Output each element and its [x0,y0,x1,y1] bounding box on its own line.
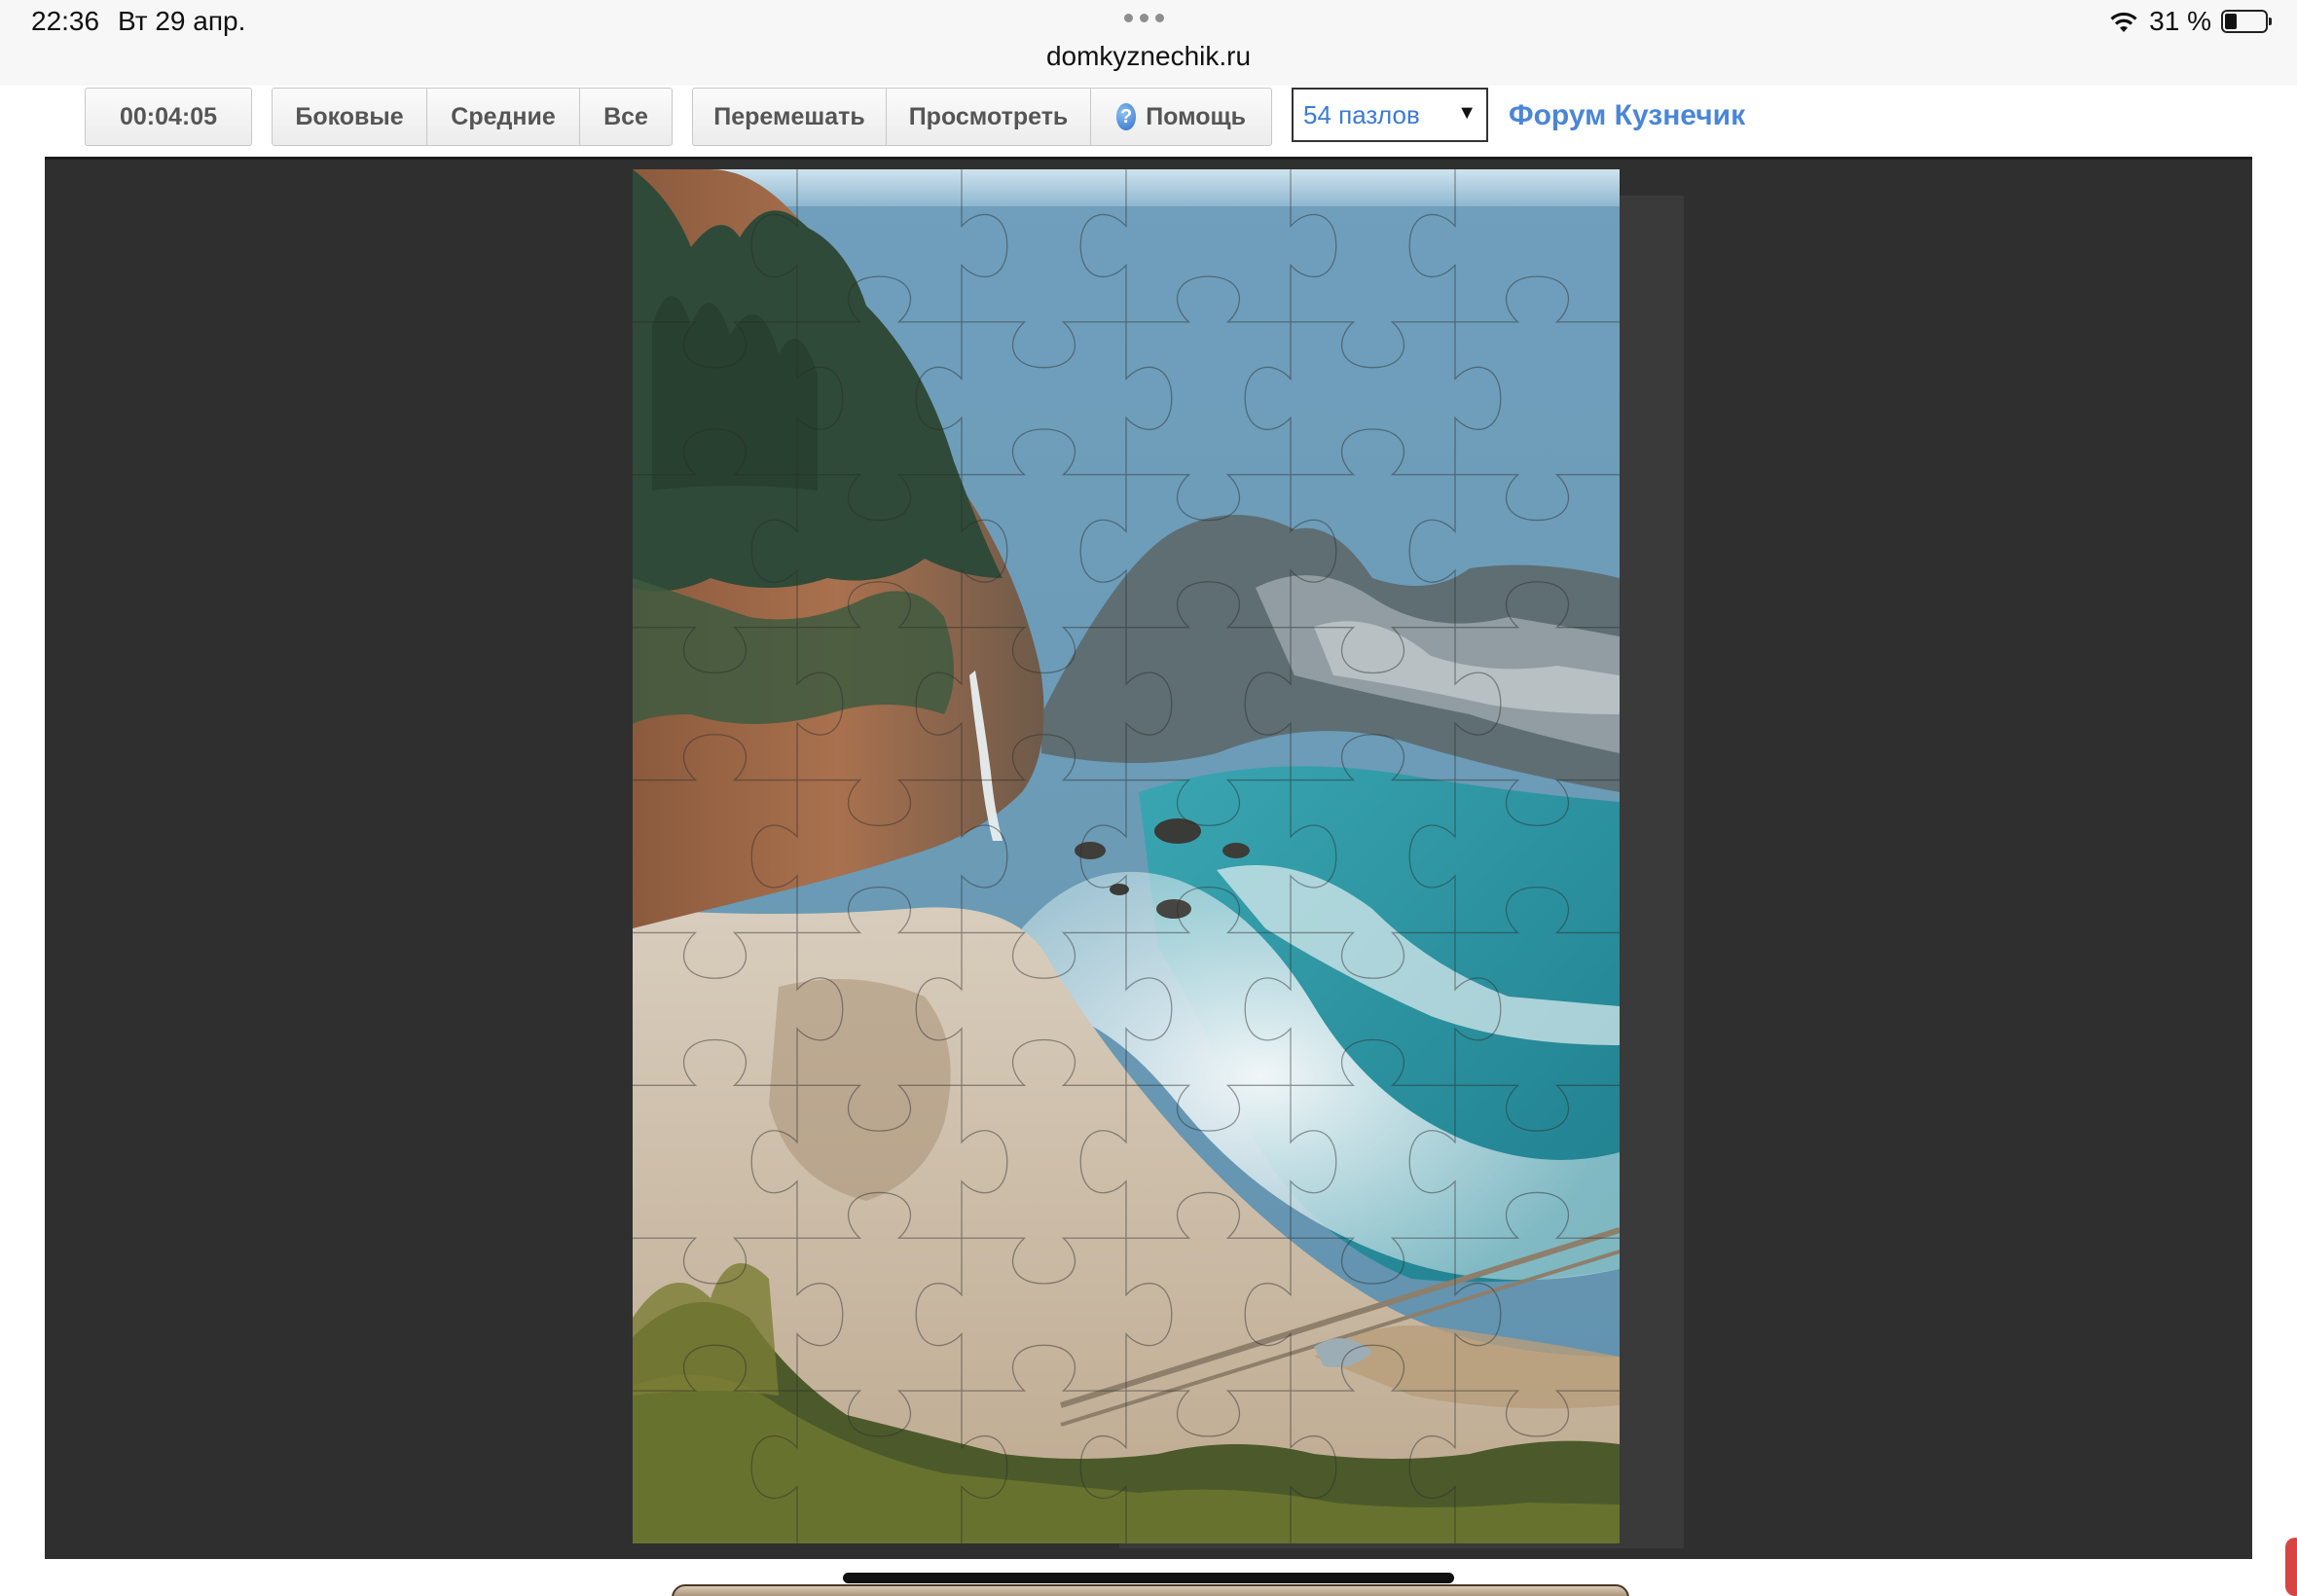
home-indicator [843,1573,1454,1583]
timer-group: 00:04:05 [85,88,252,146]
piece-count-value: 54 пазлов [1303,99,1420,129]
filter-middle-button[interactable]: Средние [427,89,580,145]
help-icon: ? [1116,103,1137,130]
edge-tab [2285,1538,2297,1596]
timer-display: 00:04:05 [119,102,218,130]
puzzle-canvas[interactable] [633,169,1620,1543]
status-date: Вт 29 апр. [118,6,246,36]
puzzle-toolbar: 00:04:05 Боковые Средние Все Перемешать … [0,86,2297,156]
forum-link[interactable]: Форум Кузнечик [1509,99,1745,132]
status-indicators: 31 % [2108,6,2272,37]
puzzle-image[interactable] [633,169,1620,1543]
bottom-sheet-peek [672,1584,1629,1596]
puzzle-board [45,157,2252,1559]
shuffle-button[interactable]: Перемешать [693,89,887,145]
dropdown-arrow-icon: ▼ [1457,102,1477,124]
piece-count-select[interactable]: 54 пазлов ▼ [1292,88,1488,142]
address-bar-url[interactable]: domkyznechik.ru [0,41,2297,72]
filter-all-button[interactable]: Все [580,89,672,145]
browser-status-bar: 22:36 Вт 29 апр. domkyznechik.ru 31 % [0,0,2297,87]
multitasking-dots-icon[interactable] [1124,14,1164,22]
status-time: 22:36 [31,6,100,36]
help-label: Помощь [1146,102,1246,130]
piece-filter-group: Боковые Средние Все [272,88,673,146]
actions-group: Перемешать Просмотреть ? Помощь [692,88,1272,146]
battery-icon [2221,10,2272,33]
wifi-icon [2110,12,2137,32]
screen: 22:36 Вт 29 апр. domkyznechik.ru 31 % 00… [0,0,2297,1596]
battery-percentage: 31 % [2149,6,2211,36]
filter-edges-button[interactable]: Боковые [273,89,427,145]
preview-button[interactable]: Просмотреть [887,89,1091,145]
help-button[interactable]: ? Помощь [1091,89,1271,145]
